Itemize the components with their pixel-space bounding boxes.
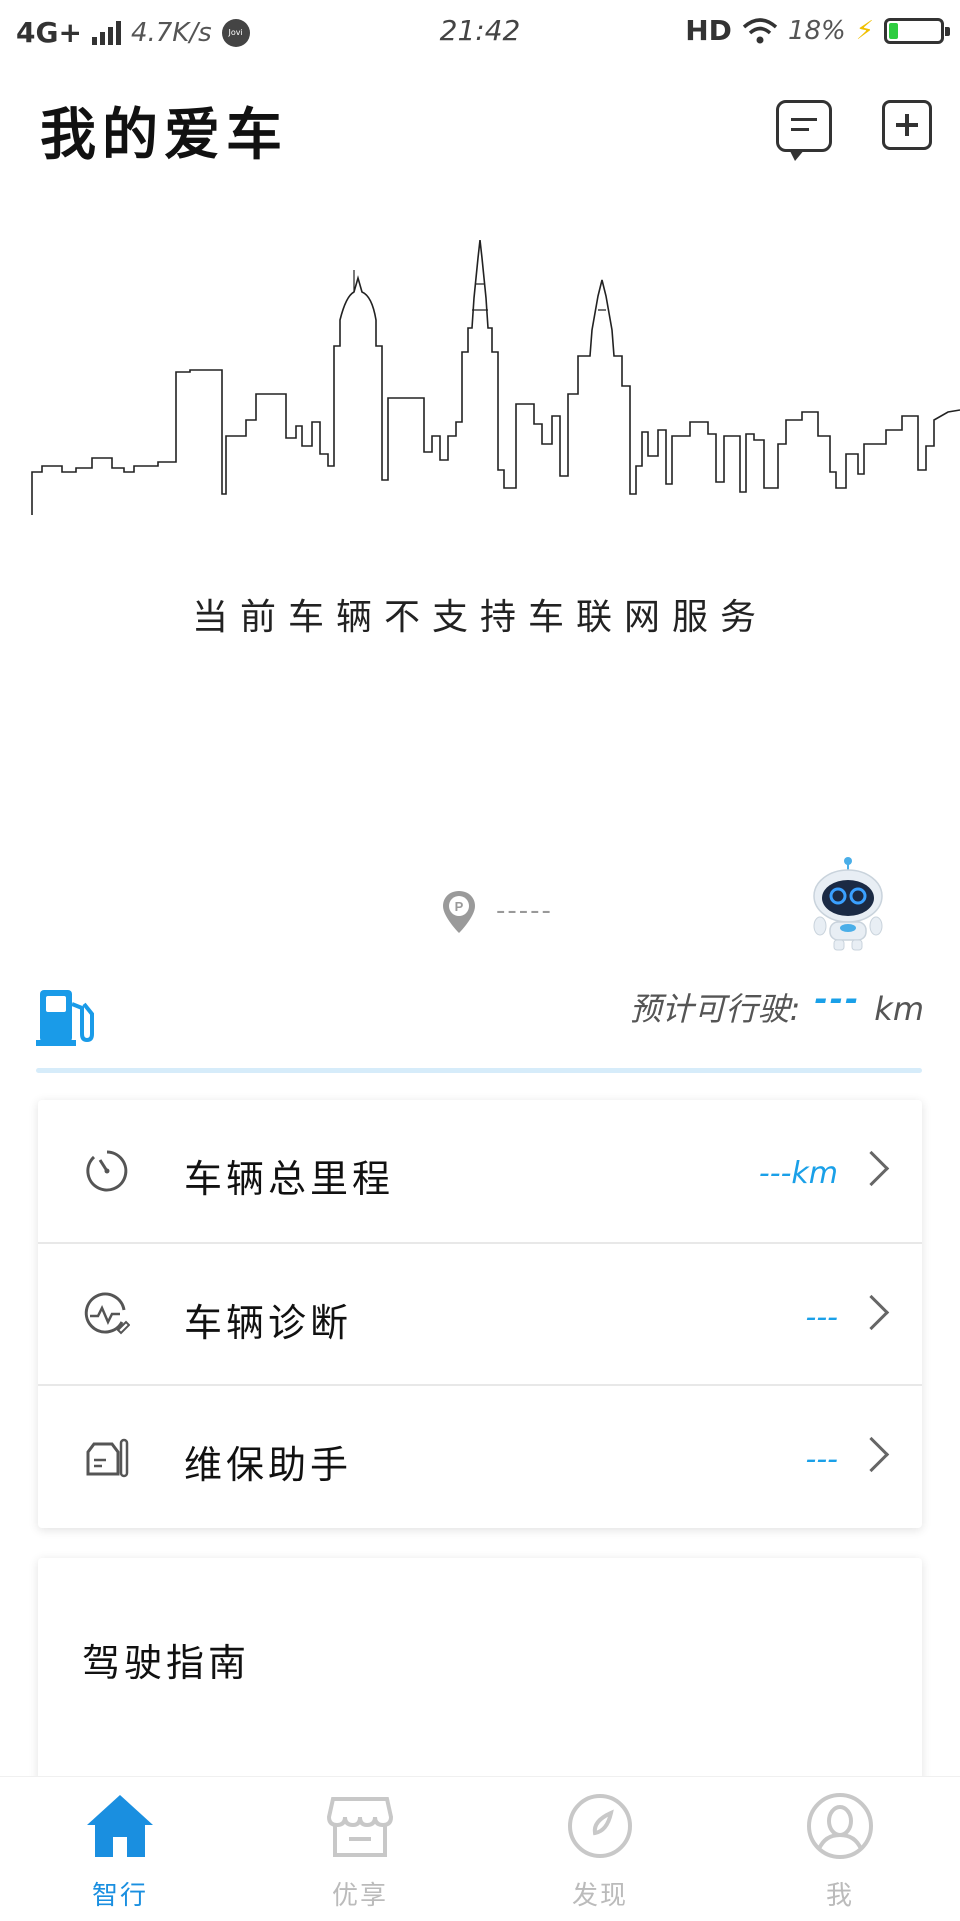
tab-label: 优享 [331, 1881, 388, 1911]
list-item-value: --- [805, 1442, 838, 1477]
tab-label: 我 [825, 1881, 854, 1911]
list-item-diagnosis[interactable]: 车辆诊断 --- [38, 1242, 922, 1386]
chevron-right-icon [853, 1294, 890, 1331]
list-item-maintenance[interactable]: 维保助手 --- [38, 1384, 922, 1528]
chevron-right-icon [853, 1150, 890, 1187]
range-divider [36, 1068, 922, 1073]
battery-icon [884, 17, 950, 44]
city-skyline-illustration [31, 240, 960, 515]
message-icon[interactable] [776, 100, 832, 161]
status-bar: 4G+ 4.7K/s Jovi 21:42 HD 18% ⚡ [0, 0, 960, 64]
tab-me[interactable]: 我 [720, 1777, 960, 1921]
range-unit: km [874, 990, 924, 1028]
estimated-range: 预计可行驶: --- km [629, 980, 924, 1030]
list-item-value: ---km [758, 1156, 838, 1191]
diagnosis-icon [84, 1292, 130, 1335]
range-label: 预计可行驶: [629, 990, 801, 1028]
tab-label: 发现 [571, 1881, 628, 1911]
charging-icon: ⚡ [855, 15, 874, 46]
parking-location-text: ----- [496, 896, 553, 926]
tab-label: 智行 [91, 1881, 148, 1911]
driving-guide-title: 驾驶指南 [82, 1641, 251, 1685]
list-item-label: 车辆总里程 [184, 1157, 395, 1201]
compass-icon [568, 1794, 632, 1858]
parking-pin-icon[interactable]: P [442, 890, 476, 934]
home-icon [87, 1795, 153, 1857]
wifi-icon [742, 17, 778, 43]
vehicle-info-card: 车辆总里程 ---km 车辆诊断 --- 维保助手 --- [38, 1100, 922, 1528]
range-value: --- [814, 980, 861, 1018]
tab-discover[interactable]: 发现 [480, 1777, 720, 1921]
fuel-pump-icon [36, 990, 94, 1046]
profile-icon [807, 1793, 873, 1859]
list-item-value: --- [805, 1300, 838, 1335]
battery-percent: 18% [787, 15, 846, 46]
tab-smart-travel[interactable]: 智行 [0, 1777, 240, 1921]
maintenance-icon [86, 1438, 129, 1478]
list-item-total-mileage[interactable]: 车辆总里程 ---km [38, 1100, 922, 1242]
unsupported-service-notice: 当前车辆不支持车联网服务 [191, 597, 768, 638]
list-item-label: 维保助手 [184, 1443, 353, 1487]
bottom-nav: 智行 优享 发现 我 [0, 1776, 960, 1921]
tab-preferred[interactable]: 优享 [240, 1777, 480, 1921]
store-icon [326, 1797, 394, 1857]
add-icon[interactable] [882, 100, 932, 150]
page-title: 我的爱车 [40, 102, 288, 168]
chevron-right-icon [853, 1436, 890, 1473]
list-item-label: 车辆诊断 [184, 1301, 353, 1345]
hd-indicator: HD [685, 14, 732, 47]
svg-text:P: P [455, 899, 464, 914]
gauge-icon [86, 1150, 128, 1192]
robot-mascot[interactable] [806, 856, 890, 956]
